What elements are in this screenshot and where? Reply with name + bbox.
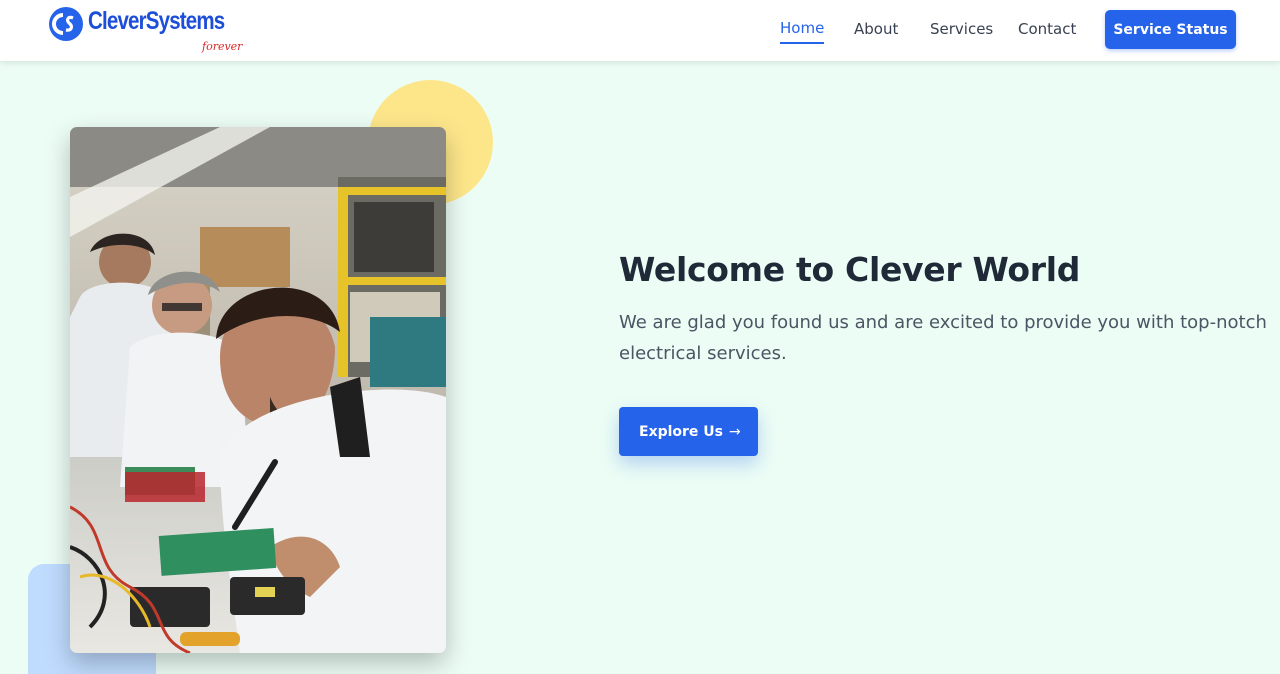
hero-section: Welcome to Clever World We are glad you …	[0, 61, 1280, 674]
hero-title: Welcome to Clever World	[619, 250, 1081, 289]
arrow-right-icon: →	[729, 423, 741, 440]
logo-mark-icon	[49, 7, 83, 41]
hero-photo	[70, 127, 446, 653]
explore-us-label: Explore Us	[639, 423, 724, 440]
nav-link-contact[interactable]: Contact	[1018, 20, 1076, 38]
service-status-button[interactable]: Service Status	[1105, 10, 1236, 49]
hero-subtitle: We are glad you found us and are excited…	[619, 312, 1267, 364]
explore-us-button[interactable]: Explore Us →	[619, 407, 758, 456]
brand-name: CleverSystems	[88, 7, 225, 35]
brand-logo[interactable]: CleverSystems forever	[48, 6, 248, 56]
electronics-lab-photo	[70, 127, 446, 653]
nav-link-services[interactable]: Services	[930, 20, 993, 38]
nav-link-home[interactable]: Home	[780, 19, 825, 44]
brand-tagline: forever	[202, 40, 243, 53]
site-header: CleverSystems forever Home About Service…	[0, 0, 1280, 61]
nav-link-about[interactable]: About	[854, 20, 898, 38]
